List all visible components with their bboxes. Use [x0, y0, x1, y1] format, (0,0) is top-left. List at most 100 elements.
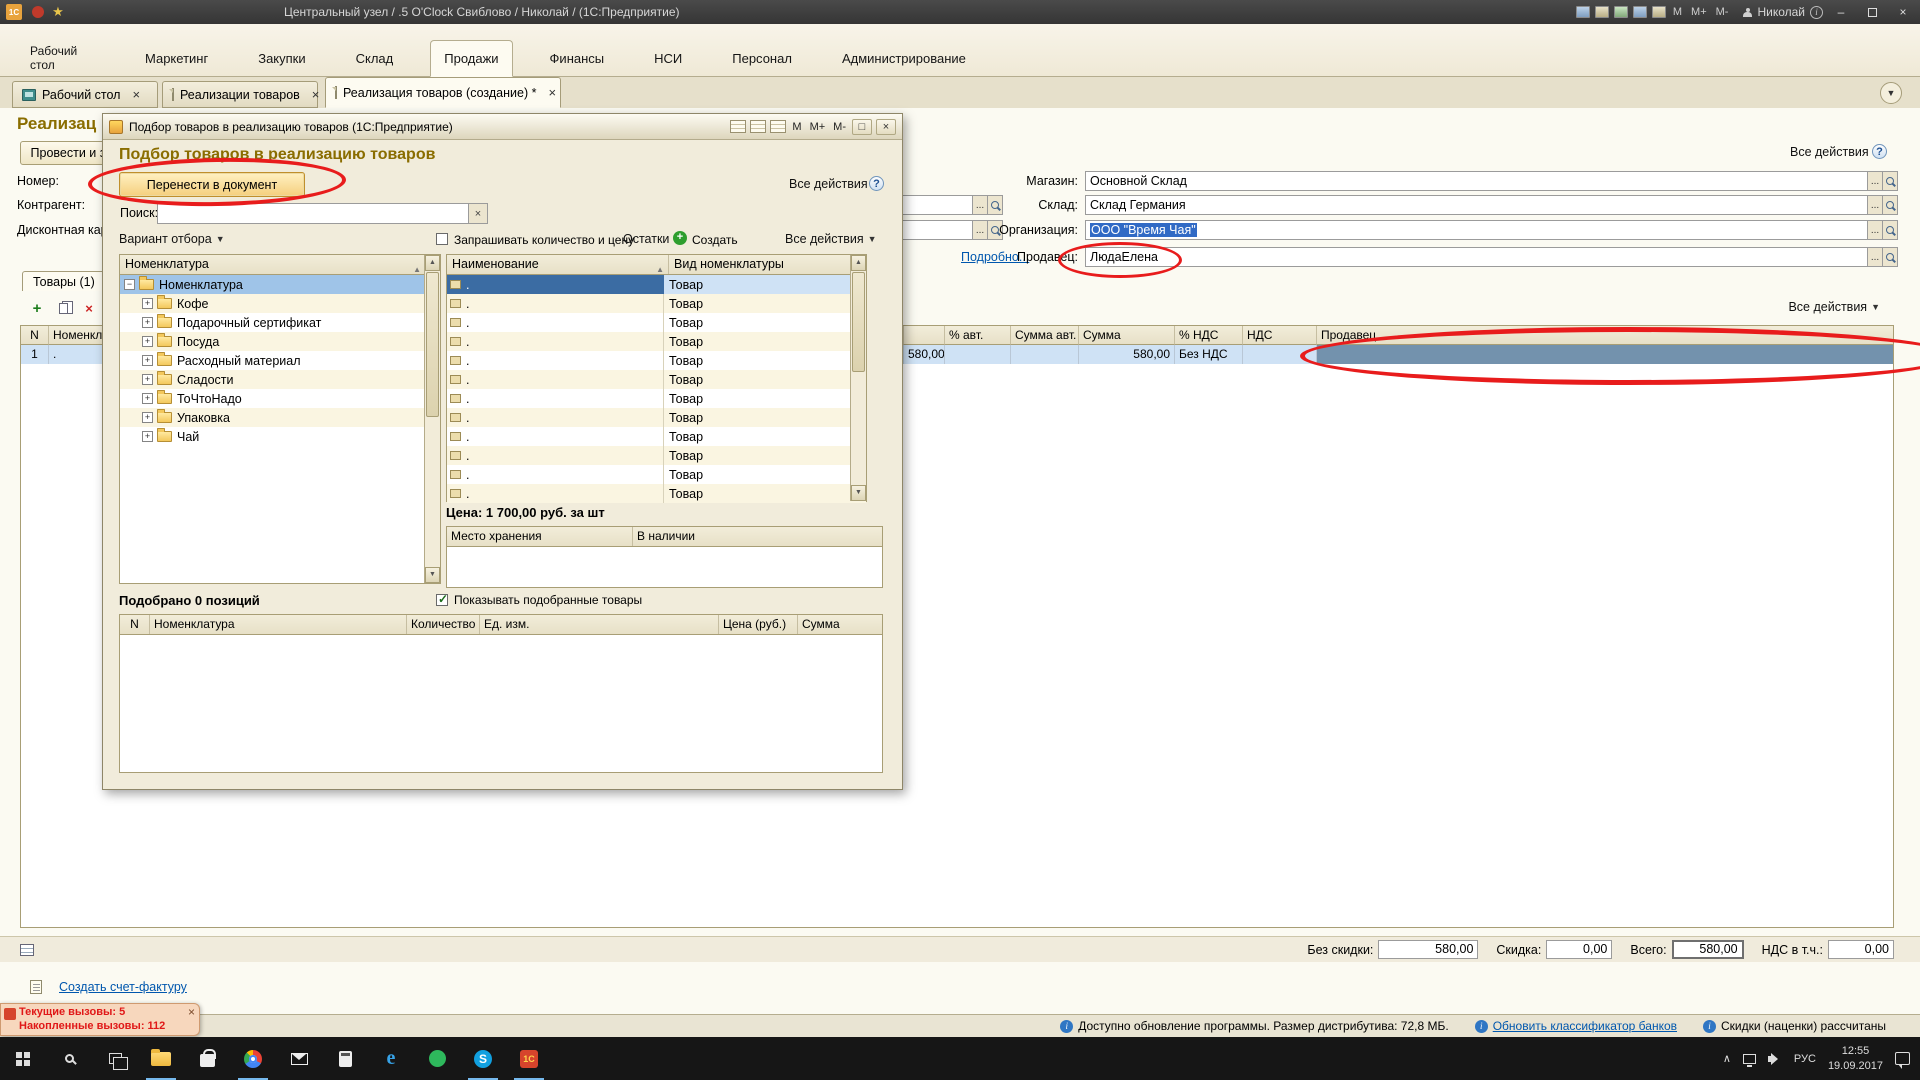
section-tab-warehouse[interactable]: Склад	[343, 40, 407, 77]
col-n[interactable]: N	[21, 326, 49, 345]
goods-row[interactable]: . Товар	[447, 427, 866, 446]
favorites-star-icon[interactable]: ★	[50, 4, 66, 20]
col-unit[interactable]: Ед. изм.	[480, 615, 719, 634]
section-tab-purchases[interactable]: Закупки	[245, 40, 318, 77]
scroll-thumb[interactable]	[426, 272, 439, 417]
section-tab-nsi[interactable]: НСИ	[641, 40, 695, 77]
info-file-icon[interactable]	[1652, 6, 1666, 18]
tree-item[interactable]: + Посуда	[120, 332, 440, 351]
col-available[interactable]: В наличии	[633, 527, 882, 546]
list-icon[interactable]	[750, 120, 766, 133]
copy-row-button[interactable]	[54, 299, 72, 317]
goods-type[interactable]: Товар	[664, 335, 703, 349]
clock[interactable]: 12:55 19.09.2017	[1828, 1044, 1883, 1073]
magnifier-button[interactable]	[1883, 247, 1898, 267]
section-tab-finance[interactable]: Финансы	[537, 40, 618, 77]
goods-name-cell[interactable]: .	[447, 370, 664, 389]
section-tab-desktop[interactable]: Рабочий стол	[24, 40, 108, 77]
col-price[interactable]: Цена (руб.)	[719, 615, 798, 634]
filter-variant-button[interactable]: Вариант отбора▼	[119, 232, 225, 246]
scroll-thumb[interactable]	[852, 272, 865, 372]
goods-row[interactable]: . Товар	[447, 389, 866, 408]
row1-seller-selected-cell[interactable]	[1317, 345, 1893, 364]
chrome-button[interactable]	[230, 1037, 276, 1080]
help-icon[interactable]: ?	[1872, 144, 1887, 159]
goods-row[interactable]: . Товар	[447, 332, 866, 351]
goods-row[interactable]: . Товар	[447, 408, 866, 427]
col-n[interactable]: N	[120, 615, 150, 634]
start-button[interactable]	[0, 1037, 46, 1080]
dialog-help-icon[interactable]: ?	[869, 176, 884, 191]
calculator-icon[interactable]	[1633, 6, 1647, 18]
titlebar-tool-icon-2[interactable]	[1595, 6, 1609, 18]
tree-item[interactable]: + Расходный материал	[120, 351, 440, 370]
calculator-button[interactable]	[322, 1037, 368, 1080]
section-tab-administration[interactable]: Администрирование	[829, 40, 979, 77]
doc-tab-desktop[interactable]: Рабочий стол ×	[12, 81, 158, 108]
ellipsis-button[interactable]: ...	[1868, 195, 1883, 215]
ellipsis-button[interactable]: ...	[1868, 247, 1883, 267]
col-vat-pct[interactable]: % НДС	[1175, 326, 1243, 345]
row1-pct-auto[interactable]	[945, 345, 1011, 364]
expand-icon[interactable]: +	[142, 412, 153, 423]
tab-list-dropdown-button[interactable]: ▼	[1880, 82, 1902, 104]
language-indicator[interactable]: РУС	[1794, 1053, 1816, 1065]
show-picked-checkbox[interactable]	[436, 594, 448, 606]
goods-row[interactable]: . Товар	[447, 484, 866, 503]
store-button[interactable]	[184, 1037, 230, 1080]
goods-type[interactable]: Товар	[664, 373, 703, 387]
col-nomenclature[interactable]: Номенклатура	[150, 615, 407, 634]
tree-item[interactable]: + Сладости	[120, 370, 440, 389]
tree-item[interactable]: + Кофе	[120, 294, 440, 313]
ellipsis-button[interactable]: ...	[1868, 171, 1883, 191]
section-tab-marketing[interactable]: Маркетинг	[132, 40, 221, 77]
goods-scrollbar[interactable]: ▲ ▼	[850, 255, 866, 501]
file-explorer-button[interactable]	[138, 1037, 184, 1080]
goods-name-cell[interactable]: .	[447, 408, 664, 427]
info-icon[interactable]: i	[1810, 6, 1823, 19]
open-in-window-icon[interactable]	[730, 120, 746, 133]
section-tab-sales[interactable]: Продажи	[430, 40, 512, 77]
doc-tab-sales-list[interactable]: Реализации товаров ×	[162, 81, 318, 108]
row1-price[interactable]: 580,00	[904, 345, 945, 364]
goods-name-cell[interactable]: .	[447, 275, 664, 294]
goods-row[interactable]: . Товар	[447, 446, 866, 465]
memory-mminus-button[interactable]: М-	[1714, 6, 1731, 18]
row1-vat-pct[interactable]: Без НДС	[1175, 345, 1243, 364]
ellipsis-button[interactable]: ...	[973, 195, 988, 215]
ellipsis-button[interactable]: ...	[973, 220, 988, 240]
col-nomenclature[interactable]: Номенкл	[49, 326, 103, 345]
col-name-header[interactable]: Наименование ▲	[452, 255, 669, 274]
magnifier-button[interactable]	[1883, 220, 1898, 240]
dialog-all-actions-button[interactable]: Все действия▼	[789, 177, 881, 191]
memory-m-button[interactable]: М	[790, 121, 803, 133]
dialog-titlebar[interactable]: Подбор товаров в реализацию товаров (1С:…	[103, 114, 902, 140]
col-sum[interactable]: Сумма	[798, 615, 882, 634]
col-quantity[interactable]: Количество	[407, 615, 480, 634]
goods-type[interactable]: Товар	[664, 487, 703, 501]
goods-row[interactable]: . Товар	[447, 351, 866, 370]
tree-item[interactable]: + ТоЧтоНадо	[120, 389, 440, 408]
col-pct-auto[interactable]: % авт.	[945, 326, 1011, 345]
goods-list-panel[interactable]: Наименование ▲ Вид номенклатуры . Товар …	[446, 254, 867, 502]
goods-row[interactable]: . Товар	[447, 370, 866, 389]
col-type-header[interactable]: Вид номенклатуры	[669, 255, 784, 274]
col-storage-place[interactable]: Место хранения	[447, 527, 633, 546]
dialog-maximize-button[interactable]: □	[852, 119, 872, 135]
minimize-button[interactable]: –	[1828, 3, 1854, 21]
goods-type[interactable]: Товар	[664, 468, 703, 482]
volume-icon[interactable]	[1768, 1053, 1782, 1065]
tree-root-row[interactable]: − Номенклатура	[120, 275, 440, 294]
expand-icon[interactable]: +	[142, 355, 153, 366]
col-seller[interactable]: Продавец	[1317, 326, 1893, 345]
goods-type[interactable]: Товар	[664, 316, 703, 330]
network-icon[interactable]	[1743, 1054, 1756, 1064]
goods-type[interactable]: Товар	[664, 392, 703, 406]
tray-expand-icon[interactable]: ∧	[1723, 1052, 1731, 1065]
expand-icon[interactable]: +	[142, 431, 153, 442]
transfer-to-document-button[interactable]: Перенести в документ	[119, 172, 305, 197]
goods-row[interactable]: . Товар	[447, 465, 866, 484]
memory-mplus-button[interactable]: М+	[808, 121, 828, 133]
close-tab-icon[interactable]: ×	[132, 87, 140, 102]
banks-update-link[interactable]: Обновить классификатор банков	[1493, 1019, 1677, 1033]
